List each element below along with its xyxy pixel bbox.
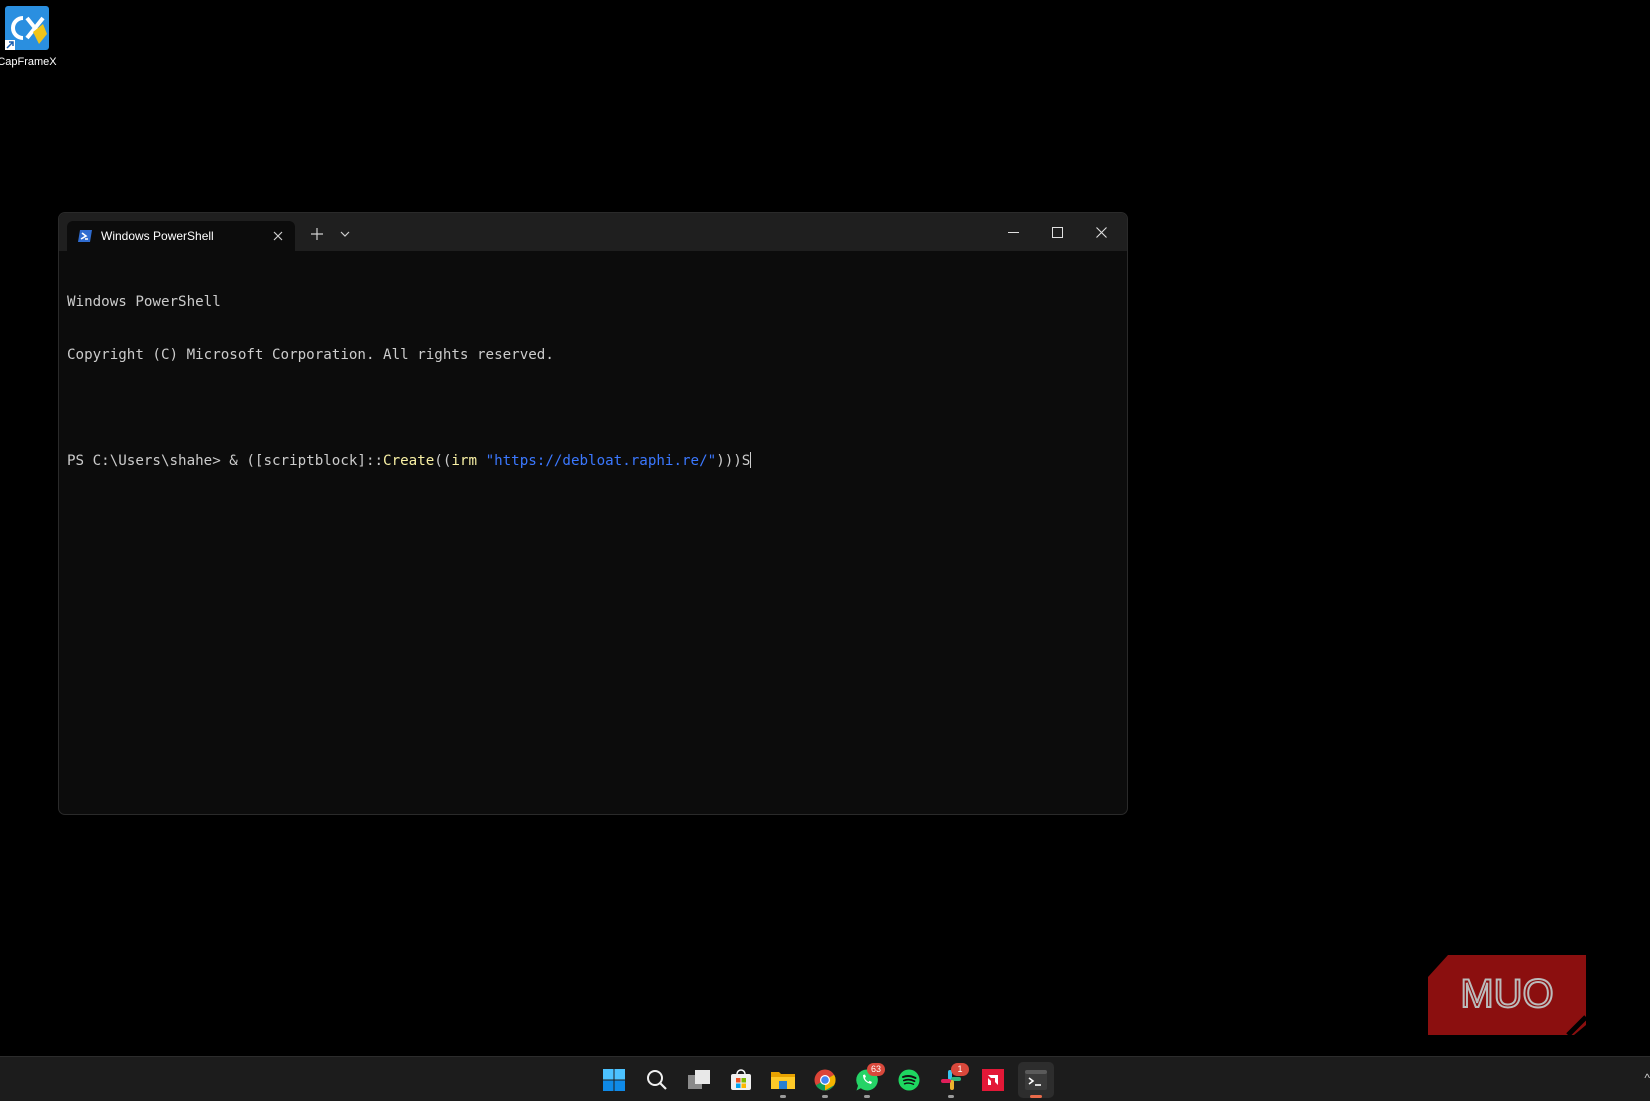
console-line: Windows PowerShell	[67, 294, 221, 310]
taskbar: 63 1 ^	[0, 1056, 1650, 1101]
text-cursor	[750, 451, 752, 468]
string-token: "https://debloat.raphi.re/"	[485, 452, 717, 469]
muo-watermark-logo: MUO	[1428, 955, 1586, 1035]
notification-badge: 63	[867, 1063, 885, 1076]
tab-close-button[interactable]	[267, 225, 289, 247]
capframex-icon	[5, 6, 49, 50]
chevron-down-icon	[340, 231, 350, 237]
console-line: Copyright (C) Microsoft Corporation. All…	[67, 346, 554, 363]
command-token	[477, 453, 486, 469]
active-indicator	[1030, 1095, 1042, 1098]
windows-start-icon	[603, 1069, 625, 1091]
taskbar-slack-button[interactable]: 1	[933, 1062, 969, 1098]
desktop-shortcut-capframex[interactable]: CapFrameX	[0, 4, 60, 68]
command-token: )))S	[716, 452, 751, 469]
command-token: Create	[383, 452, 435, 469]
close-window-button[interactable]	[1079, 213, 1123, 251]
taskbar-amd-button[interactable]	[975, 1062, 1011, 1098]
folder-icon	[771, 1072, 795, 1089]
powershell-icon	[78, 230, 92, 242]
taskbar-search-button[interactable]	[639, 1062, 675, 1098]
close-icon	[273, 231, 283, 241]
terminal-icon	[1025, 1070, 1047, 1090]
task-view-icon	[688, 1070, 710, 1089]
new-tab-button[interactable]	[303, 221, 331, 247]
search-icon	[647, 1070, 667, 1090]
svg-text:MUO: MUO	[1460, 972, 1553, 1016]
prompt: PS C:\Users\shahe>	[67, 452, 230, 469]
minimize-button[interactable]	[991, 213, 1035, 251]
close-icon	[1095, 226, 1107, 238]
tray-overflow-chevron[interactable]: ^	[1644, 1071, 1650, 1085]
tab-windows-powershell[interactable]: Windows PowerShell	[67, 221, 295, 251]
command-line[interactable]: PS C:\Users\shahe> & ([scriptblock]::Cre…	[67, 451, 1119, 470]
running-indicator	[822, 1095, 828, 1098]
amd-icon	[982, 1069, 1004, 1091]
title-bar[interactable]: Windows PowerShell	[59, 213, 1127, 251]
cmdlet-token: irm	[451, 452, 478, 469]
taskbar-file-explorer-button[interactable]	[765, 1062, 801, 1098]
tab-title: Windows PowerShell	[101, 229, 214, 243]
tab-dropdown-button[interactable]	[333, 221, 357, 247]
console-output[interactable]: Windows PowerShell Copyright (C) Microso…	[67, 259, 1119, 806]
maximize-icon	[1051, 226, 1063, 238]
microsoft-store-icon	[731, 1069, 751, 1090]
minimize-icon	[1007, 231, 1019, 233]
taskbar-start-button[interactable]	[596, 1062, 632, 1098]
spotify-icon	[898, 1069, 920, 1091]
running-indicator	[948, 1095, 954, 1098]
command-token: ((	[434, 452, 452, 469]
plus-icon	[311, 228, 323, 240]
taskbar-terminal-button[interactable]	[1018, 1062, 1054, 1098]
desktop: CapFrameX Windows PowerShell Windows Pow…	[0, 0, 1650, 1056]
taskbar-task-view-button[interactable]	[681, 1062, 717, 1098]
taskbar-store-button[interactable]	[723, 1062, 759, 1098]
notification-badge: 1	[951, 1063, 969, 1076]
running-indicator	[780, 1095, 786, 1098]
command-token: & ([scriptblock]::	[229, 452, 384, 469]
terminal-window[interactable]: Windows PowerShell Windows PowerShell Co…	[58, 212, 1128, 815]
running-indicator	[864, 1095, 870, 1098]
taskbar-spotify-button[interactable]	[891, 1062, 927, 1098]
chrome-icon	[814, 1069, 836, 1091]
taskbar-chrome-button[interactable]	[807, 1062, 843, 1098]
desktop-icon-label: CapFrameX	[0, 56, 57, 68]
taskbar-whatsapp-button[interactable]: 63	[849, 1062, 885, 1098]
maximize-button[interactable]	[1035, 213, 1079, 251]
